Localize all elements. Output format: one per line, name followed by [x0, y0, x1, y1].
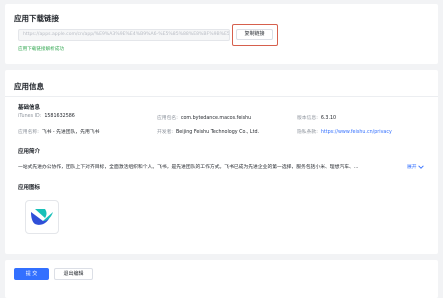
app-name-value: 飞书 - 先进团队，先用飞书: [41, 130, 100, 135]
privacy-row: 隐私条款: https://www.feishu.cn/privacy: [297, 128, 392, 135]
download-link-input[interactable]: https://apps.apple.com/cn/app/%E9%A3%9E%…: [18, 29, 230, 41]
exit-edit-button[interactable]: 退出编辑: [54, 268, 93, 280]
privacy-link[interactable]: https://www.feishu.cn/privacy: [321, 130, 392, 135]
download-link-title: 应用下载链接: [14, 14, 59, 23]
version-value: 6.3.10: [320, 116, 337, 121]
privacy-label: 隐私条款:: [297, 130, 318, 135]
app-name-label: 应用名称:: [18, 130, 39, 135]
app-icon-frame: [25, 200, 59, 234]
copy-link-highlight: 复制链接: [232, 24, 278, 46]
footer-bar: 提 交 退出编辑: [5, 260, 438, 298]
version-label: 版本信息:: [297, 116, 318, 121]
parse-success-message: 应用下载链接解析成功: [18, 47, 64, 52]
version-row: 版本信息: 6.3.10: [297, 114, 336, 121]
itunes-id-label: iTunes ID:: [18, 114, 42, 119]
bundle-id-row: 应用包名: com.bytedance.macos.feishu: [157, 114, 251, 121]
copy-link-button[interactable]: 复制链接: [236, 29, 273, 40]
download-link-card: 应用下载链接 https://apps.apple.com/cn/app/%E9…: [5, 4, 438, 64]
chevron-down-icon: [418, 164, 424, 170]
bundle-id-label: 应用包名:: [157, 116, 178, 121]
app-name-row: 应用名称: 飞书 - 先进团队，先用飞书: [18, 128, 99, 135]
app-intro-label: 应用简介: [18, 149, 41, 155]
developer-label: 开发者:: [157, 130, 174, 135]
app-info-title: 应用信息: [14, 82, 44, 91]
developer-row: 开发者: Beijing Feishu Technology Co., Ltd.: [157, 128, 259, 135]
expand-intro-button[interactable]: 展开: [407, 163, 424, 170]
bundle-id-value: com.bytedance.macos.feishu: [180, 116, 252, 121]
app-intro-text: 一站式先进办公协作，团队上下对齐目标，全面激活组织和个人。飞书，是先进团队的工作…: [18, 165, 359, 170]
expand-label: 展开: [407, 165, 417, 170]
itunes-id-value: 1581632586: [44, 114, 75, 119]
app-info-divider: [5, 96, 438, 97]
itunes-id-row: iTunes ID: 1581632586: [18, 114, 75, 119]
developer-value: Beijing Feishu Technology Co., Ltd.: [176, 130, 260, 135]
app-icon-label: 应用图标: [18, 185, 41, 191]
app-info-card: 应用信息 基础信息 iTunes ID: 1581632586 应用包名: com.…: [5, 70, 438, 254]
submit-button[interactable]: 提 交: [14, 268, 49, 280]
basic-info-label: 基础信息: [18, 105, 41, 111]
feishu-logo-icon: [31, 209, 53, 225]
